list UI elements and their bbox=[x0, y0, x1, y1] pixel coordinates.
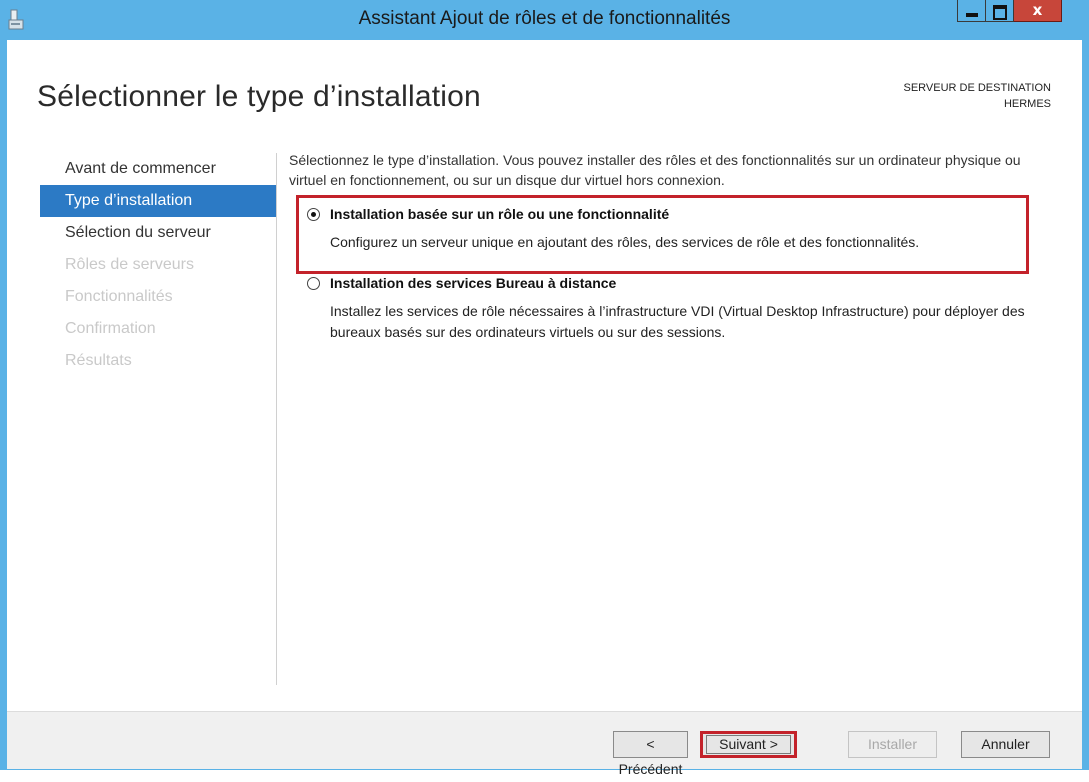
main-content: Sélectionnez le type d’installation. Vou… bbox=[289, 150, 1049, 340]
wizard-nav: Avant de commencer Type d’installation S… bbox=[40, 153, 276, 377]
next-button[interactable]: Suivant > bbox=[700, 731, 797, 758]
nav-item-confirmation: Confirmation bbox=[65, 320, 156, 337]
option-role-based-label[interactable]: Installation basée sur un rôle ou une fo… bbox=[330, 206, 669, 222]
option-role-based-description: Configurez un serveur unique en ajoutant… bbox=[330, 234, 920, 250]
wizard-window: Assistant Ajout de rôles et de fonctionn… bbox=[0, 0, 1089, 777]
minimize-button[interactable] bbox=[957, 0, 986, 22]
nav-item-resultats: Résultats bbox=[65, 352, 132, 369]
destination-label: SERVEUR DE DESTINATION bbox=[903, 82, 1051, 94]
nav-item-roles-serveurs: Rôles de serveurs bbox=[65, 256, 194, 273]
title-bar[interactable]: Assistant Ajout de rôles et de fonctionn… bbox=[0, 0, 1089, 40]
radio-remote-desktop[interactable] bbox=[307, 277, 320, 290]
destination-server-info: SERVEUR DE DESTINATION HERMES bbox=[903, 80, 1051, 112]
wizard-footer: < Précédent Suivant > Installer Annuler bbox=[7, 711, 1082, 777]
destination-server-name: HERMES bbox=[1003, 98, 1051, 110]
cancel-button[interactable]: Annuler bbox=[961, 731, 1050, 758]
window-title: Assistant Ajout de rôles et de fonctionn… bbox=[358, 8, 731, 29]
intro-text: Sélectionnez le type d’installation. Vou… bbox=[289, 152, 1021, 188]
close-icon: x bbox=[1032, 1, 1043, 19]
radio-selected-dot bbox=[311, 212, 316, 217]
close-button[interactable]: x bbox=[1014, 0, 1062, 22]
minimize-icon bbox=[966, 13, 978, 17]
wizard-client-area: Sélectionner le type d’installation SERV… bbox=[7, 40, 1082, 777]
nav-item-type-installation[interactable]: Type d’installation bbox=[40, 185, 276, 217]
nav-item-selection-serveur[interactable]: Sélection du serveur bbox=[40, 217, 276, 249]
next-button-label: Suivant > bbox=[719, 736, 778, 752]
maximize-icon bbox=[993, 5, 1007, 20]
maximize-button[interactable] bbox=[986, 0, 1014, 22]
nav-item-avant-de-commencer[interactable]: Avant de commencer bbox=[40, 153, 276, 185]
page-title: Sélectionner le type d’installation bbox=[37, 80, 481, 113]
option-remote-desktop-description: Installez les services de rôle nécessair… bbox=[330, 303, 1025, 340]
radio-role-based[interactable] bbox=[307, 208, 320, 221]
nav-divider bbox=[276, 153, 277, 685]
nav-item-fonctionnalites: Fonctionnalités bbox=[65, 288, 173, 305]
option-remote-desktop-label[interactable]: Installation des services Bureau à dista… bbox=[330, 275, 616, 291]
install-button: Installer bbox=[848, 731, 937, 758]
previous-button[interactable]: < Précédent bbox=[613, 731, 688, 777]
